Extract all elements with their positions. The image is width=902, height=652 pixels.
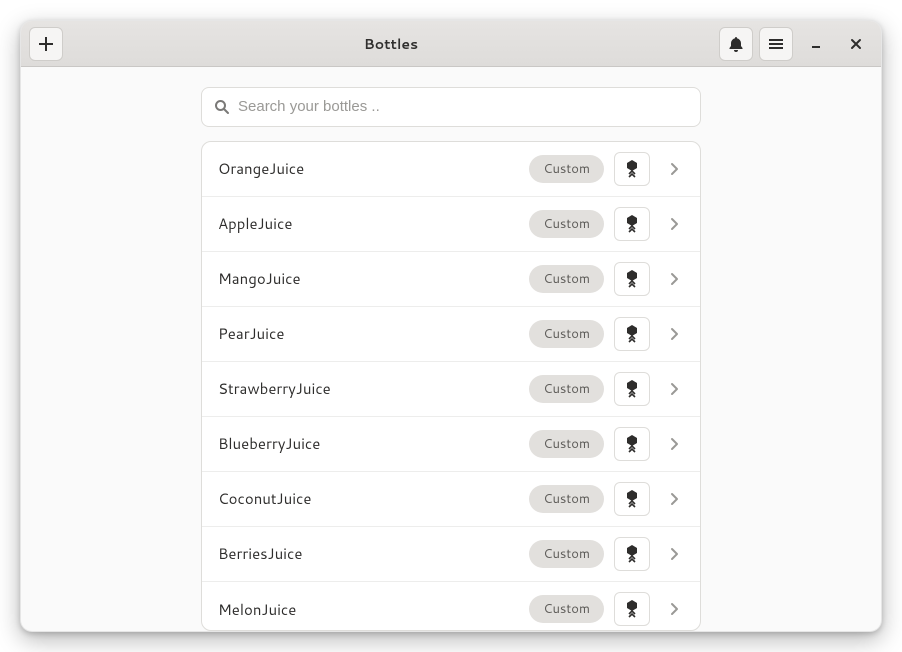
bottle-name: MelonJuice (218, 599, 519, 620)
bottle-type-badge: Custom (529, 320, 604, 348)
bottle-type-badge: Custom (529, 265, 604, 293)
run-executable-icon (624, 215, 640, 233)
hamburger-icon (768, 36, 784, 52)
bottle-name: BerriesJuice (218, 543, 519, 564)
minimize-icon (809, 37, 823, 51)
run-executable-button[interactable] (614, 317, 650, 351)
bottle-row[interactable]: MangoJuice Custom (202, 252, 700, 307)
chevron-right-icon (660, 492, 688, 506)
bottle-name: CoconutJuice (218, 488, 519, 509)
bottle-name: StrawberryJuice (218, 378, 519, 399)
bottle-type-badge: Custom (529, 210, 604, 238)
chevron-right-icon (660, 437, 688, 451)
run-executable-icon (624, 435, 640, 453)
bottle-name: OrangeJuice (218, 158, 519, 179)
run-executable-button[interactable] (614, 482, 650, 516)
close-button[interactable] (839, 27, 873, 61)
bottle-name: AppleJuice (218, 213, 519, 234)
run-executable-icon (624, 325, 640, 343)
content-area: OrangeJuice Custom AppleJuice Custom (21, 67, 881, 631)
run-executable-icon (624, 490, 640, 508)
bottle-name: BlueberryJuice (218, 433, 519, 454)
bottle-row[interactable]: PearJuice Custom (202, 307, 700, 362)
run-executable-button[interactable] (614, 372, 650, 406)
bottle-row[interactable]: AppleJuice Custom (202, 197, 700, 252)
bottle-row[interactable]: StrawberryJuice Custom (202, 362, 700, 417)
run-executable-icon (624, 270, 640, 288)
bottle-type-badge: Custom (529, 430, 604, 458)
run-executable-button[interactable] (614, 152, 650, 186)
bottle-type-badge: Custom (529, 155, 604, 183)
bottle-name: PearJuice (218, 323, 519, 344)
chevron-right-icon (660, 327, 688, 341)
headerbar: Bottles (21, 21, 881, 67)
chevron-right-icon (660, 217, 688, 231)
search-icon (214, 99, 230, 115)
window-title: Bottles (69, 34, 713, 54)
chevron-right-icon (660, 547, 688, 561)
run-executable-icon (624, 160, 640, 178)
bottle-row[interactable]: OrangeJuice Custom (202, 142, 700, 197)
bell-icon (728, 36, 744, 52)
bottle-row[interactable]: BerriesJuice Custom (202, 527, 700, 582)
bottle-name: MangoJuice (218, 268, 519, 289)
run-executable-icon (624, 545, 640, 563)
run-executable-button[interactable] (614, 537, 650, 571)
bottle-type-badge: Custom (529, 375, 604, 403)
chevron-right-icon (660, 382, 688, 396)
bottle-row[interactable]: MelonJuice Custom (202, 582, 700, 632)
close-icon (849, 37, 863, 51)
run-executable-icon (624, 600, 640, 618)
run-executable-button[interactable] (614, 592, 650, 626)
menu-button[interactable] (759, 27, 793, 61)
plus-icon (38, 36, 54, 52)
bottle-type-badge: Custom (529, 540, 604, 568)
bottle-type-badge: Custom (529, 595, 604, 623)
notifications-button[interactable] (719, 27, 753, 61)
chevron-right-icon (660, 162, 688, 176)
run-executable-icon (624, 380, 640, 398)
bottle-row[interactable]: BlueberryJuice Custom (202, 417, 700, 472)
minimize-button[interactable] (799, 27, 833, 61)
bottles-list: OrangeJuice Custom AppleJuice Custom (201, 141, 701, 632)
run-executable-button[interactable] (614, 427, 650, 461)
add-button[interactable] (29, 27, 63, 61)
app-window: Bottles (20, 20, 882, 632)
run-executable-button[interactable] (614, 207, 650, 241)
chevron-right-icon (660, 272, 688, 286)
search-input[interactable] (238, 98, 688, 115)
bottle-type-badge: Custom (529, 485, 604, 513)
bottle-row[interactable]: CoconutJuice Custom (202, 472, 700, 527)
search-bar[interactable] (201, 87, 701, 127)
run-executable-button[interactable] (614, 262, 650, 296)
chevron-right-icon (660, 602, 688, 616)
